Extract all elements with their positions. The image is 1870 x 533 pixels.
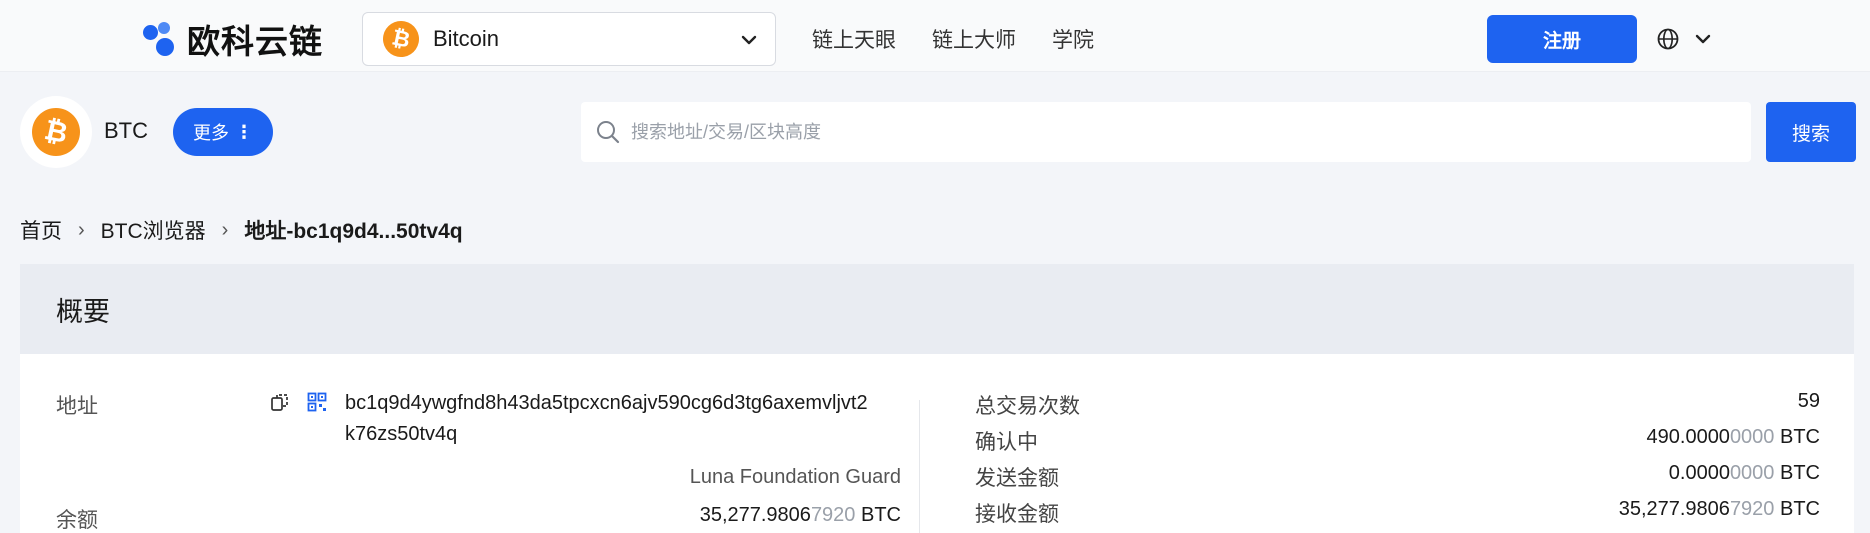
breadcrumb-current: 地址-bc1q9d4...50tv4q: [244, 220, 463, 243]
nav-link-chain-master[interactable]: 链上大师: [932, 24, 1016, 54]
top-nav: 欧科云链 ₿ Bitcoin 链上天眼 链上大师 学院 注册: [0, 0, 1870, 72]
sent-amount-value: 0.00000000 BTC: [1668, 462, 1820, 484]
address-value-line2[interactable]: k76zs50tv4q: [345, 423, 457, 446]
pending-value: 490.00000000 BTC: [1646, 426, 1820, 448]
nav-link-chain-eye[interactable]: 链上天眼: [812, 24, 896, 54]
pending-label: 确认中: [975, 431, 1038, 454]
address-label: 地址: [56, 395, 98, 418]
coin-symbol: BTC: [104, 118, 148, 143]
search-button[interactable]: 搜索: [1766, 102, 1856, 162]
register-button[interactable]: 注册: [1487, 15, 1637, 63]
language-chevron-down-icon[interactable]: [1693, 29, 1713, 49]
breadcrumb-separator: ›: [78, 218, 85, 241]
total-tx-label: 总交易次数: [975, 395, 1080, 418]
language-globe-icon[interactable]: [1656, 27, 1680, 51]
total-tx-value: 59: [1797, 390, 1820, 412]
coin-badge: ₿: [20, 96, 92, 168]
breadcrumb-btc-explorer[interactable]: BTC浏览器: [101, 215, 206, 245]
overview-title: 概要: [56, 296, 110, 327]
received-amount-label: 接收金额: [975, 503, 1059, 526]
search-bar: [581, 102, 1751, 162]
sent-amount-label: 发送金额: [975, 467, 1059, 490]
entity-tag: Luna Foundation Guard: [689, 466, 901, 488]
nav-links: 链上天眼 链上大师 学院: [812, 24, 1130, 54]
breadcrumb-home[interactable]: 首页: [20, 215, 62, 245]
chain-selector[interactable]: ₿ Bitcoin: [362, 12, 776, 66]
more-dots-icon: ⋮: [235, 121, 253, 142]
balance-value: 35,277.98067920 BTC: [699, 504, 901, 526]
breadcrumb: 首页 › BTC浏览器 › 地址-bc1q9d4...50tv4q: [20, 215, 463, 245]
balance-label: 余额: [56, 509, 98, 532]
brand-name: 欧科云链: [187, 23, 323, 60]
column-divider: [919, 400, 920, 533]
chevron-down-icon: [741, 35, 757, 45]
chain-selector-label: Bitcoin: [433, 26, 500, 51]
nav-link-academy[interactable]: 学院: [1052, 24, 1094, 54]
address-value-line1[interactable]: bc1q9d4ywgfnd8h43da5tpcxcn6ajv590cg6d3tg…: [345, 392, 868, 415]
brand-logo[interactable]: 欧科云链: [143, 22, 323, 60]
more-button[interactable]: 更多 ⋮: [173, 108, 273, 156]
search-input[interactable]: [631, 121, 1631, 143]
breadcrumb-separator: ›: [221, 218, 229, 241]
search-icon: [597, 121, 620, 144]
copy-icon[interactable]: [270, 392, 290, 412]
more-button-label: 更多: [193, 123, 229, 143]
bitcoin-icon: ₿: [27, 103, 85, 161]
received-amount-value: 35,277.98067920 BTC: [1618, 498, 1820, 520]
overview-header: 概要: [20, 264, 1854, 354]
logo-mark-icon: [143, 22, 177, 56]
qr-code-icon[interactable]: [307, 392, 327, 412]
bitcoin-icon: ₿: [379, 17, 423, 61]
